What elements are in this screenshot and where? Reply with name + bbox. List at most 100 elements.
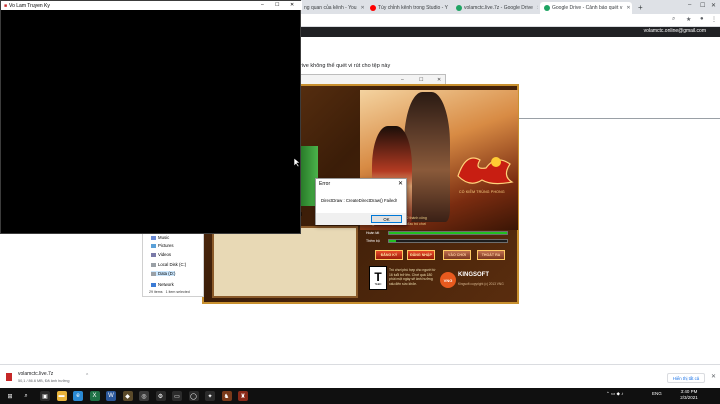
nav-item[interactable]: Data (D:) xyxy=(151,271,176,276)
maximize-button[interactable]: ☐ xyxy=(419,77,423,83)
download-file-name[interactable]: volamctc.live.7z xyxy=(18,371,53,377)
copyright-text: Kingsoft copyright (c) 2013 VNG xyxy=(458,282,504,286)
new-tab-button[interactable]: + xyxy=(638,3,643,12)
dialog-message: DirectDraw : CreateDirectDraw() Failed! xyxy=(321,198,397,203)
start-button[interactable]: ⊞ xyxy=(5,391,15,401)
file-explorer-icon[interactable]: ▬ xyxy=(56,391,67,401)
terminal-icon[interactable]: ▭ xyxy=(172,391,182,401)
dialog-title: Error xyxy=(319,181,331,187)
launcher-side-panel xyxy=(212,226,358,298)
page-heading: rive không thể quét vi rút cho tệp này xyxy=(300,63,391,69)
game-launcher-icon[interactable]: ♞ xyxy=(221,391,232,401)
edge-icon[interactable]: e xyxy=(73,391,83,401)
tab-favicon-icon xyxy=(370,5,376,11)
download-meta: 50,1 / 86.6 MB, Đã ảnh hưởng xyxy=(18,379,70,383)
ok-button[interactable]: OK xyxy=(371,215,402,223)
game-console-window: ■ Vo Lam Truyen Ky – ☐ ✕ xyxy=(0,0,302,234)
game-app-icon[interactable]: ◆ xyxy=(122,391,133,401)
play-button[interactable]: VÀO CHƠI xyxy=(443,250,471,260)
task-view-icon[interactable]: ▣ xyxy=(40,391,50,401)
browser-tab[interactable]: ng quan của kênh - You ✕ xyxy=(292,2,364,14)
tab-label: volamctc.live.7z - Google Drive xyxy=(464,5,533,11)
account-email[interactable]: volamctc.online@gmail.com xyxy=(644,28,706,34)
language-indicator[interactable]: ENG xyxy=(652,391,662,396)
browser-tab[interactable]: volamctc.live.7z - Google Drive ✕ xyxy=(452,2,538,14)
show-all-downloads-button[interactable]: Hiển thị tất cả xyxy=(667,373,705,383)
console-title: Vo Lam Truyen Ky xyxy=(9,2,50,9)
taskbar-clock[interactable]: 3:40 PM 2/3/2021 xyxy=(672,389,706,401)
game-logo xyxy=(457,157,514,185)
word-icon[interactable]: W xyxy=(106,391,116,401)
nav-item[interactable]: Network xyxy=(151,282,174,287)
system-tray-icons[interactable]: ⌃ ▭ ◆ ♪ xyxy=(606,391,623,397)
minimize-button[interactable]: – xyxy=(401,77,404,83)
search-icon[interactable]: ⌕ xyxy=(21,391,31,401)
exit-button[interactable]: THOÁT RA xyxy=(477,250,505,260)
media-icon[interactable]: ◯ xyxy=(188,391,199,401)
file-explorer-window: Music Pictures Videos Local Disk (C:) Data (… xyxy=(142,233,204,297)
close-button[interactable]: ✕ xyxy=(290,2,294,8)
progress-fill-2 xyxy=(389,240,397,242)
nav-item-label: Data (D:) xyxy=(158,271,176,276)
archive-file-icon xyxy=(6,373,12,381)
health-warning-text: Trò chơi phù hợp cho người từ 16 tuổi tr… xyxy=(389,268,436,286)
browser-close-button[interactable]: ✕ xyxy=(711,2,716,9)
rating-caption: TEEN xyxy=(374,282,382,286)
minimize-button[interactable]: – xyxy=(261,2,264,8)
explorer-status: 29 items 1 item selected xyxy=(149,290,190,294)
tab-favicon-icon xyxy=(456,5,462,11)
browser-minimize-button[interactable]: – xyxy=(688,2,691,8)
progress-fill-1 xyxy=(389,232,507,234)
nav-item-label: Network xyxy=(158,282,174,287)
profile-icon[interactable]: ● xyxy=(700,16,704,22)
nav-item[interactable]: Pictures xyxy=(151,243,174,248)
nav-item-label: Local Disk (C:) xyxy=(158,262,187,267)
tool-icon[interactable]: ✦ xyxy=(205,391,215,401)
browser-tab[interactable]: Google Drive - Cảnh báo quét v ✕ xyxy=(540,2,632,14)
folder-icon xyxy=(151,235,156,240)
chrome-icon[interactable]: ◎ xyxy=(139,391,149,401)
maximize-button[interactable]: ☐ xyxy=(275,2,279,8)
tab-label: Google Drive - Cảnh báo quét v xyxy=(552,5,623,11)
progress-label-1: Hoàn tất xyxy=(366,231,380,235)
logo-subtitle: CỔ KIẾM TRÙNG PHONG xyxy=(459,190,505,194)
folder-icon xyxy=(151,282,156,287)
nav-item[interactable]: Videos xyxy=(151,252,171,257)
login-button[interactable]: ĐĂNG NHẬP xyxy=(407,250,435,260)
dialog-close-button[interactable]: ✕ xyxy=(398,180,403,187)
browser-maximize-button[interactable]: ☐ xyxy=(700,2,705,9)
tab-label: Tùy chỉnh kênh trong Studio - Y xyxy=(378,5,448,11)
download-bar xyxy=(0,364,720,388)
tab-close-icon[interactable]: ✕ xyxy=(361,5,364,11)
folder-icon xyxy=(151,271,156,276)
folder-icon xyxy=(151,252,156,257)
game-client-icon[interactable]: ♜ xyxy=(238,391,248,401)
search-icon[interactable]: ⌕ xyxy=(672,16,675,23)
excel-icon[interactable]: X xyxy=(89,391,100,401)
tab-close-icon[interactable]: ✕ xyxy=(537,5,538,11)
console-title-bar: ■ Vo Lam Truyen Ky – ☐ ✕ xyxy=(1,1,302,10)
chevron-up-icon[interactable]: ⌃ xyxy=(85,373,89,379)
register-button[interactable]: ĐĂNG KÝ xyxy=(375,250,403,260)
tab-label: ng quan của kênh - You xyxy=(304,5,357,11)
nav-item[interactable]: Music xyxy=(151,235,169,240)
app-icon: ■ xyxy=(4,2,8,9)
close-download-bar-button[interactable]: ✕ xyxy=(711,373,716,380)
progress-bar-2 xyxy=(388,239,508,243)
close-button[interactable]: ✕ xyxy=(437,77,441,83)
nav-item-label: Videos xyxy=(158,252,172,257)
extension-icon[interactable]: ★ xyxy=(686,16,691,23)
settings-icon[interactable]: ⚙ xyxy=(155,391,166,401)
menu-icon[interactable]: ⋮ xyxy=(711,16,717,23)
nav-item[interactable]: Local Disk (C:) xyxy=(151,262,186,267)
divider xyxy=(518,118,720,119)
browser-tab[interactable]: Tùy chỉnh kênh trong Studio - Y✕ xyxy=(366,2,450,14)
tab-close-icon[interactable]: ✕ xyxy=(626,5,630,11)
rating-letter: T xyxy=(374,269,382,284)
progress-label-2: Thêm bộ xyxy=(366,239,380,243)
nav-item-label: Music xyxy=(158,235,170,240)
tab-favicon-icon xyxy=(544,5,550,11)
vng-logo: VNG xyxy=(440,272,456,288)
mouse-cursor-icon xyxy=(294,158,300,167)
clock-date: 2/3/2021 xyxy=(680,395,698,400)
